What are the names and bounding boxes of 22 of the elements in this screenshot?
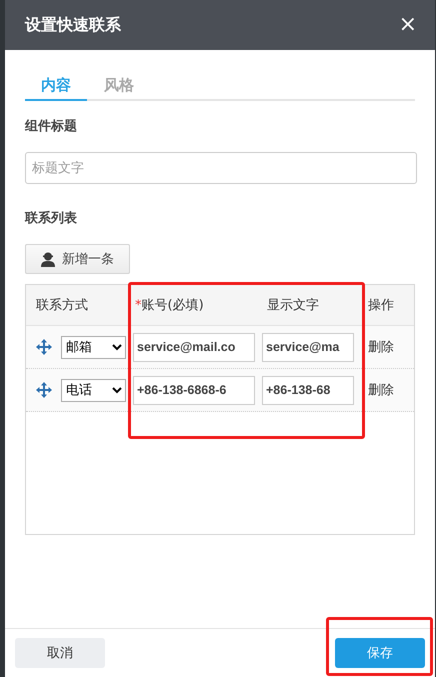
column-header: 操作 bbox=[367, 297, 395, 314]
column-header: 显示文字 bbox=[266, 297, 320, 314]
display-text-input-field[interactable]: service@ma bbox=[262, 332, 354, 362]
field-label: 组件标题 bbox=[25, 119, 77, 135]
account-input-field[interactable]: service@mail.co bbox=[133, 332, 255, 362]
move-icon[interactable] bbox=[36, 382, 52, 398]
add-button[interactable]: 新增一条 bbox=[25, 244, 130, 274]
display-text-input-field[interactable]: +86-138-68 bbox=[262, 376, 354, 404]
title-input-field[interactable]: 标题文字 bbox=[25, 152, 417, 184]
person-icon bbox=[40, 251, 56, 267]
column-header: 联系方式 bbox=[35, 297, 89, 314]
column-header: *账号(必填) bbox=[134, 297, 205, 314]
move-icon[interactable] bbox=[36, 339, 52, 355]
dialog-title: 设置快速联系 bbox=[25, 14, 121, 36]
cancel-button[interactable]: 取消 bbox=[15, 638, 105, 668]
delete-link[interactable]: 删除 bbox=[368, 338, 394, 356]
account-input-field[interactable]: +86-138-6868-6 bbox=[133, 376, 255, 404]
delete-link[interactable]: 删除 bbox=[368, 381, 394, 399]
type-select[interactable]: 邮箱 bbox=[61, 336, 126, 358]
type-select[interactable]: 电话 bbox=[61, 378, 126, 402]
close-button[interactable]: × bbox=[398, 14, 417, 36]
section-label: 联系列表 bbox=[25, 211, 77, 227]
